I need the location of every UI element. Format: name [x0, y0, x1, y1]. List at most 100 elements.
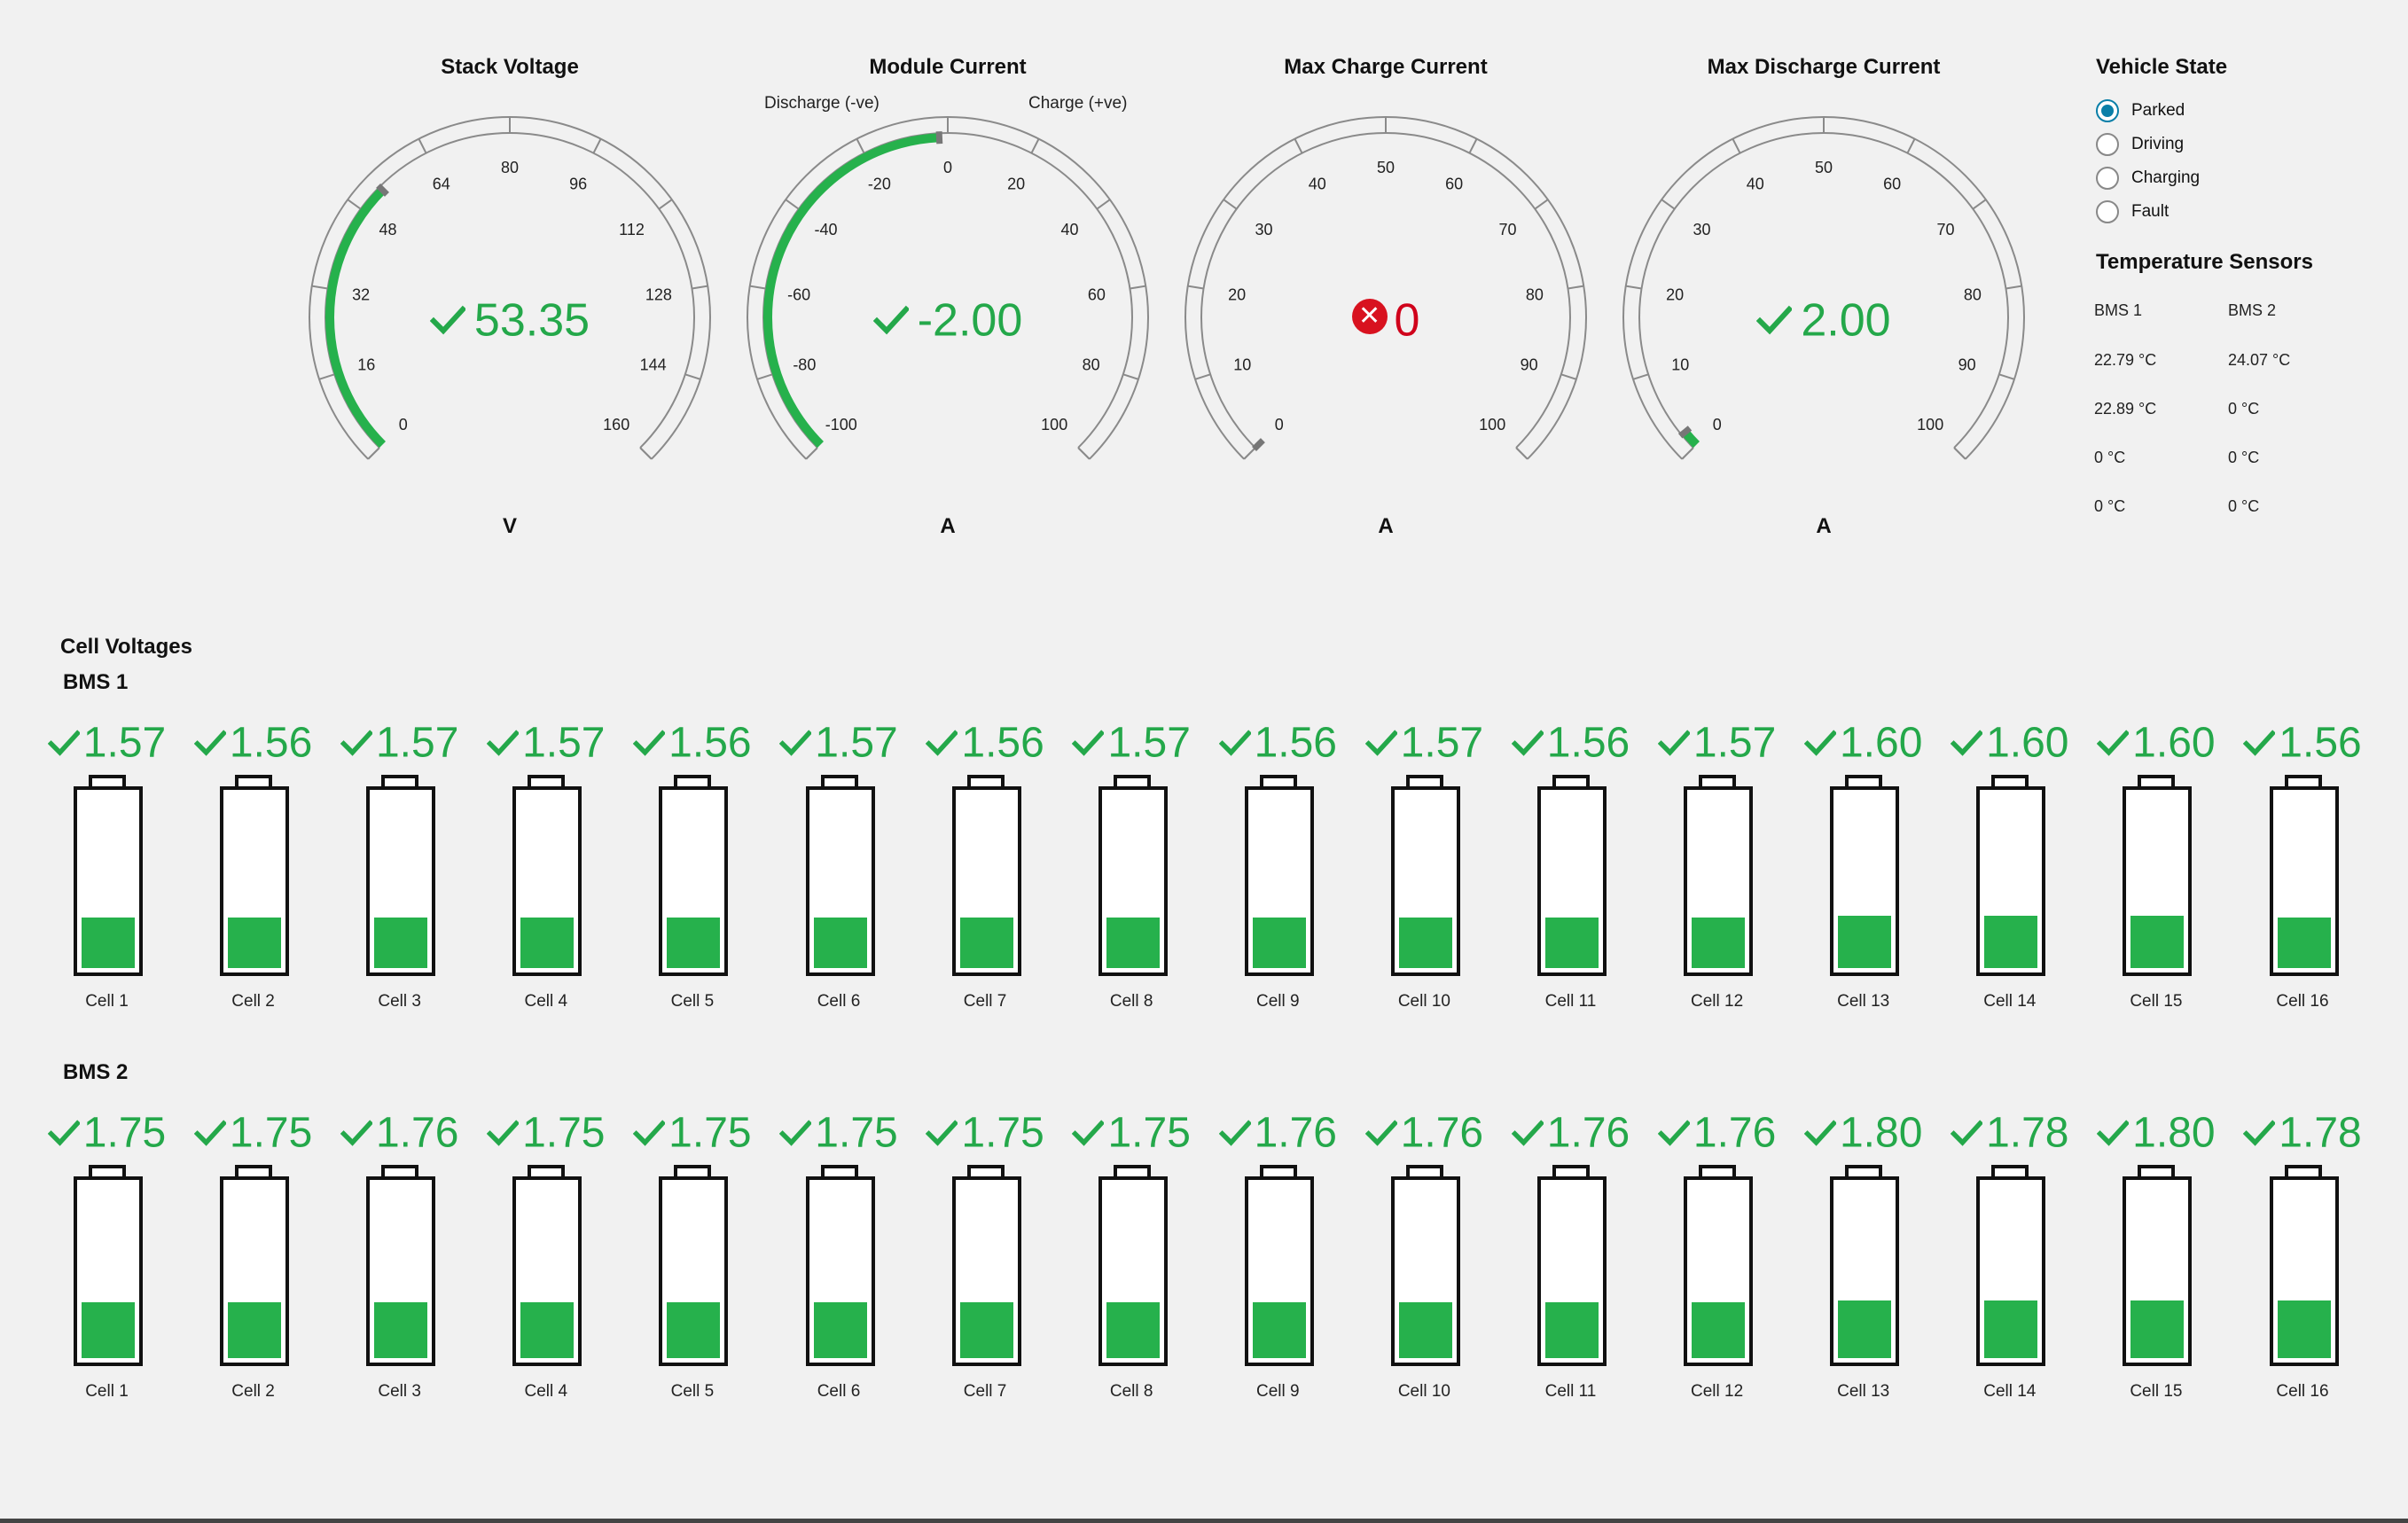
cell-label: Cell 12: [1691, 992, 1744, 1011]
cell-label: Cell 10: [1397, 992, 1450, 1011]
cell-label: Cell 13: [1837, 992, 1890, 1011]
gauge-major-tick: [1661, 199, 1676, 210]
battery-terminal: [1991, 1165, 2029, 1177]
battery-terminal: [820, 775, 858, 787]
cell-voltage-number: 1.76: [375, 1109, 459, 1157]
battery-terminal: [1845, 1165, 1883, 1177]
check-icon: [340, 730, 374, 757]
battery-icon: [74, 786, 143, 976]
vehicle-state-option-parked[interactable]: Parked: [2096, 98, 2185, 124]
battery-cell: 1.60 Cell 13: [1790, 716, 1936, 1018]
battery-level-fill: [959, 918, 1013, 968]
gauge-major-tick: [418, 138, 427, 154]
vehicle-state-option-driving[interactable]: Driving: [2096, 131, 2184, 158]
battery-cell: 1.78 Cell 14: [1936, 1106, 2083, 1408]
gauge-major-tick: [856, 138, 865, 154]
gauge-unit: A: [1378, 514, 1394, 538]
cell-voltage-number: 1.56: [668, 719, 752, 767]
battery-terminal: [381, 775, 419, 787]
gauge-title: Max Discharge Current: [1707, 55, 1941, 79]
check-icon: [1364, 1120, 1398, 1147]
temperature-value: 22.79 °C: [2094, 351, 2157, 369]
gauge-major-tick: [1030, 138, 1040, 154]
cell-voltages-title: Cell Voltages: [60, 635, 192, 659]
gauge-tick-label: 40: [1309, 176, 1326, 193]
check-icon: [486, 730, 520, 757]
gauge-tick-label: 0: [399, 416, 408, 433]
gauge-tick-label: 70: [1499, 221, 1517, 238]
gauge-tick-label: 30: [1693, 221, 1710, 238]
battery-cell: 1.57 Cell 8: [1059, 716, 1205, 1018]
battery-cell: 1.78 Cell 16: [2230, 1106, 2376, 1408]
check-icon: [193, 730, 227, 757]
cell-voltage-number: 1.57: [1400, 719, 1484, 767]
cell-voltage-value: 1.76: [1644, 1106, 1790, 1158]
radio-button[interactable]: [2096, 200, 2119, 223]
battery-cell: 1.57 Cell 4: [473, 716, 619, 1018]
check-icon: [429, 306, 467, 335]
radio-button[interactable]: [2096, 167, 2119, 190]
battery-icon: [2123, 786, 2193, 976]
radio-button[interactable]: [2096, 133, 2119, 156]
temperature-value: 0 °C: [2228, 449, 2260, 466]
battery-terminal: [2138, 775, 2176, 787]
cell-voltage-number: 1.56: [229, 719, 313, 767]
cell-voltage-value: 1.56: [619, 716, 765, 768]
gauge-tick-label: 50: [1815, 159, 1833, 176]
cell-voltage-value: 1.80: [1790, 1106, 1936, 1158]
gauge-tick-label: -80: [793, 356, 816, 374]
gauge-major-tick: [367, 447, 380, 460]
temperature-value: 0 °C: [2094, 497, 2126, 515]
gauge-unit: A: [1816, 514, 1832, 538]
gauge-tick-label: 100: [1479, 416, 1505, 433]
battery-terminal: [1113, 1165, 1151, 1177]
cell-voltage-value: 1.80: [2083, 1106, 2229, 1158]
cell-voltage-value: 1.60: [2083, 716, 2229, 768]
cell-voltage-value: 1.75: [912, 1106, 1059, 1158]
vehicle-state-option-charging[interactable]: Charging: [2096, 165, 2200, 191]
cell-voltage-value: 1.57: [1644, 716, 1790, 768]
gauge-tick-label: 10: [1233, 356, 1251, 374]
gauge-value: -2.00: [762, 291, 1134, 347]
battery-cell: 1.76 Cell 12: [1644, 1106, 1790, 1408]
battery-icon: [1390, 1176, 1460, 1366]
battery-terminal: [2138, 1165, 2176, 1177]
cell-voltage-number: 1.75: [1107, 1109, 1191, 1157]
battery-terminal: [1113, 775, 1151, 787]
gauge-major-tick: [756, 373, 773, 380]
cell-label: Cell 11: [1544, 1382, 1597, 1401]
check-icon: [2243, 1120, 2277, 1147]
cell-label: Cell 3: [378, 1382, 421, 1401]
gauge-tick-label: 96: [569, 176, 587, 193]
gauge-major-tick: [1972, 199, 1987, 210]
battery-cell: 1.80 Cell 15: [2083, 1106, 2229, 1408]
battery-terminal: [235, 1165, 273, 1177]
battery-level-fill: [2277, 1300, 2331, 1358]
check-icon: [1950, 1120, 1984, 1147]
gauge-major-tick: [318, 373, 335, 380]
battery-terminal: [1405, 775, 1443, 787]
battery-cell: 1.57 Cell 3: [326, 716, 473, 1018]
gauge-tick-label: 60: [1883, 176, 1901, 193]
gauge-tick-label: 20: [1007, 176, 1025, 193]
battery-terminal: [2284, 775, 2322, 787]
gauge-major-tick: [785, 199, 800, 210]
gauge-tick-label: 90: [1958, 356, 1976, 374]
gauge-major-tick: [749, 285, 766, 290]
check-icon: [1511, 730, 1544, 757]
gauge-major-tick: [639, 447, 653, 460]
radio-button[interactable]: [2096, 99, 2119, 122]
battery-icon: [1098, 786, 1168, 976]
battery-icon: [1830, 1176, 1900, 1366]
gauge-major-tick: [1568, 285, 1584, 290]
battery-icon: [951, 786, 1021, 976]
check-icon: [2096, 730, 2130, 757]
cell-voltage-value: 1.57: [1351, 716, 1497, 768]
gauge-major-tick: [1625, 285, 1642, 290]
check-icon: [340, 1120, 374, 1147]
gauge-tick-label: -20: [868, 176, 891, 193]
battery-icon: [2269, 786, 2339, 976]
cell-voltage-number: 1.78: [2279, 1109, 2362, 1157]
check-icon: [1511, 1120, 1544, 1147]
vehicle-state-option-fault[interactable]: Fault: [2096, 199, 2169, 225]
